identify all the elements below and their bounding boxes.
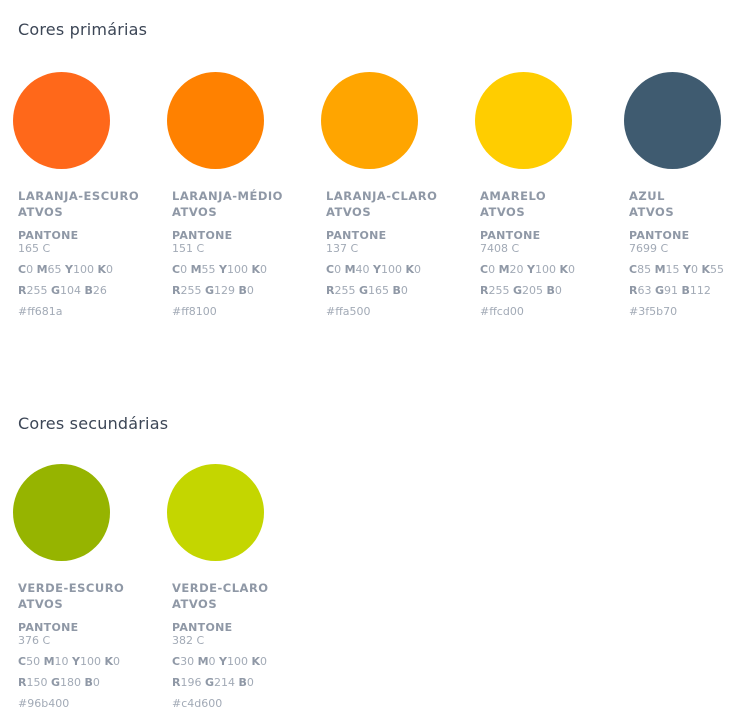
color-swatch-card: VERDE-ESCURO ATVOS PANTONE 376 C C50 M10 Y10…: [13, 464, 168, 710]
rgb-values: R196 G214 B0: [172, 676, 254, 689]
pantone-label: PANTONE: [172, 621, 233, 634]
color-name-line2: ATVOS: [172, 597, 218, 611]
color-name-line2: ATVOS: [326, 205, 372, 219]
color-name-line1: LARANJA-MÉDIO: [172, 189, 283, 203]
color-name-line2: ATVOS: [18, 597, 64, 611]
pantone-code: 7408 C: [480, 242, 520, 255]
hex-value: #c4d600: [172, 697, 223, 710]
pantone-code: 151 C: [172, 242, 205, 255]
pantone-label: PANTONE: [480, 229, 541, 242]
color-name: AMARELO ATVOS: [480, 188, 630, 220]
rgb-values: R255 G104 B26: [18, 284, 107, 297]
color-swatch-circle: [167, 72, 264, 169]
cmyk-values: C85 M15 Y0 K55: [629, 263, 725, 276]
rgb-values: R150 G180 B0: [18, 676, 100, 689]
color-name-line1: LARANJA-CLARO: [326, 189, 438, 203]
color-name: LARANJA-MÉDIO ATVOS: [172, 188, 322, 220]
hex-value: #ffcd00: [480, 305, 524, 318]
cmyk-values: C50 M10 Y100 K0: [18, 655, 121, 668]
color-name: AZUL ATVOS: [629, 188, 740, 220]
color-name-line2: ATVOS: [629, 205, 675, 219]
pantone-code: 382 C: [172, 634, 205, 647]
cmyk-values: C0 M55 Y100 K0: [172, 263, 268, 276]
rgb-values: R255 G129 B0: [172, 284, 254, 297]
cmyk-values: C0 M20 Y100 K0: [480, 263, 576, 276]
color-swatch-circle: [624, 72, 721, 169]
pantone-code: 7699 C: [629, 242, 669, 255]
color-name: VERDE-CLARO ATVOS: [172, 580, 322, 612]
color-swatch-circle: [321, 72, 418, 169]
color-name-line1: LARANJA-ESCURO: [18, 189, 140, 203]
color-swatch-card: AMARELO ATVOS PANTONE 7408 C C0 M20 Y100 K0 R…: [475, 72, 630, 318]
color-name-line2: ATVOS: [172, 205, 218, 219]
color-swatch-card: AZUL ATVOS PANTONE 7699 C C85 M15 Y0 K55 R63 …: [624, 72, 740, 318]
color-name-line1: VERDE-CLARO: [172, 581, 269, 595]
rgb-values: R63 G91 B112: [629, 284, 711, 297]
cmyk-values: C0 M65 Y100 K0: [18, 263, 114, 276]
color-swatch-circle: [167, 464, 264, 561]
rgb-values: R255 G165 B0: [326, 284, 408, 297]
pantone-label: PANTONE: [629, 229, 690, 242]
hex-value: #ffa500: [326, 305, 371, 318]
hex-value: #ff681a: [18, 305, 63, 318]
color-swatch-card: LARANJA-ESCURO ATVOS PANTONE 165 C C0 M65 Y1…: [13, 72, 168, 318]
section-title-secondary: Cores secundárias: [18, 414, 169, 434]
pantone-label: PANTONE: [326, 229, 387, 242]
pantone-code: 376 C: [18, 634, 51, 647]
cmyk-values: C30 M0 Y100 K0: [172, 655, 268, 668]
color-name-line2: ATVOS: [480, 205, 526, 219]
hex-value: #ff8100: [172, 305, 217, 318]
color-name: LARANJA-CLARO ATVOS: [326, 188, 476, 220]
color-name-line1: AZUL: [629, 189, 665, 203]
color-name: VERDE-ESCURO ATVOS: [18, 580, 168, 612]
color-swatch-card: LARANJA-MÉDIO ATVOS PANTONE 151 C C0 M55 Y10…: [167, 72, 322, 318]
pantone-label: PANTONE: [18, 229, 79, 242]
pantone-label: PANTONE: [172, 229, 233, 242]
color-name: LARANJA-ESCURO ATVOS: [18, 188, 168, 220]
color-swatch-circle: [13, 464, 110, 561]
hex-value: #3f5b70: [629, 305, 678, 318]
color-swatch-card: VERDE-CLARO ATVOS PANTONE 382 C C30 M0 Y100 …: [167, 464, 322, 710]
color-swatch-card: LARANJA-CLARO ATVOS PANTONE 137 C C0 M40 Y10…: [321, 72, 476, 318]
section-title-primary: Cores primárias: [18, 20, 148, 40]
color-swatch-circle: [475, 72, 572, 169]
cmyk-values: C0 M40 Y100 K0: [326, 263, 422, 276]
color-name-line2: ATVOS: [18, 205, 64, 219]
color-name-line1: AMARELO: [480, 189, 547, 203]
color-swatch-circle: [13, 72, 110, 169]
color-name-line1: VERDE-ESCURO: [18, 581, 125, 595]
rgb-values: R255 G205 B0: [480, 284, 562, 297]
pantone-label: PANTONE: [18, 621, 79, 634]
pantone-code: 137 C: [326, 242, 359, 255]
pantone-code: 165 C: [18, 242, 51, 255]
hex-value: #96b400: [18, 697, 70, 710]
